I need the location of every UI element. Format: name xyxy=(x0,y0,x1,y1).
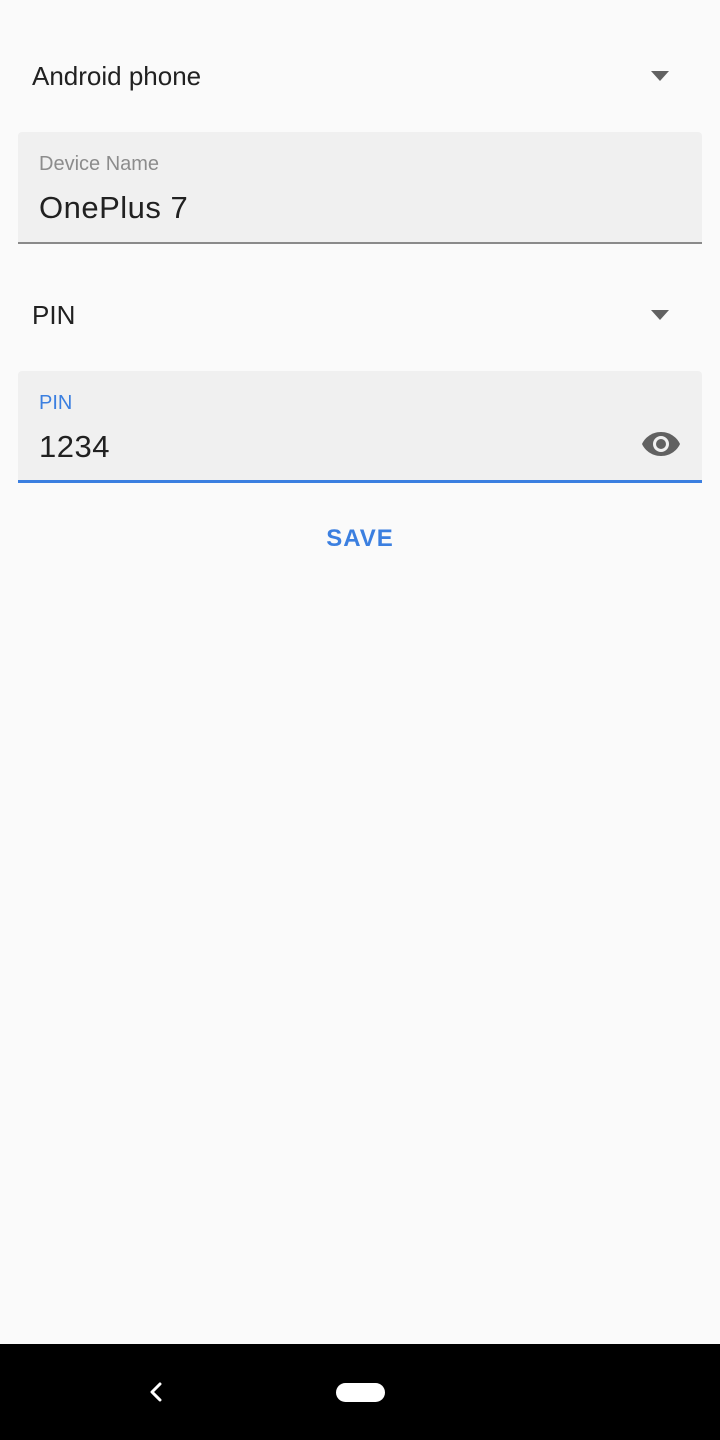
back-chevron-icon[interactable] xyxy=(140,1372,172,1412)
device-name-underline xyxy=(18,242,702,244)
device-name-input[interactable]: OnePlus 7 xyxy=(39,190,188,226)
device-type-spinner[interactable]: Android phone xyxy=(18,36,702,116)
pin-label: PIN xyxy=(39,392,73,414)
home-pill-icon[interactable] xyxy=(336,1383,385,1402)
pin-underline xyxy=(18,480,702,483)
device-name-label: Device Name xyxy=(39,153,160,175)
device-name-field[interactable]: Device Name OnePlus 7 xyxy=(18,132,702,244)
back-chevron-graphic xyxy=(150,1382,162,1402)
pin-field[interactable]: PIN 1234 xyxy=(18,371,702,483)
auth-type-selected: PIN xyxy=(32,299,76,330)
device-type-selected: Android phone xyxy=(32,60,202,91)
eye-icon-graphic xyxy=(642,432,680,456)
save-button[interactable]: SAVE xyxy=(280,510,440,568)
pin-input[interactable]: 1234 xyxy=(39,429,110,465)
dropdown-arrow-icon xyxy=(651,310,669,320)
auth-type-spinner[interactable]: PIN xyxy=(18,275,702,355)
dropdown-arrow-icon xyxy=(651,71,669,81)
navigation-bar xyxy=(0,1344,720,1440)
visibility-eye-icon[interactable] xyxy=(640,423,682,465)
